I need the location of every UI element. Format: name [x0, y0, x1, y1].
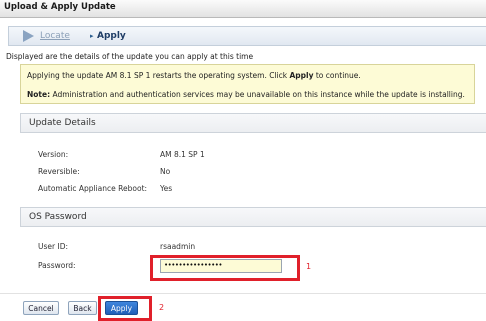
window-title: Upload & Apply Update: [4, 2, 116, 12]
window-titlebar: Upload & Apply Update: [0, 0, 486, 18]
annotation-box-password: [150, 255, 300, 281]
annotation-marker-1: 1: [306, 262, 312, 271]
breadcrumb: Locate ▸ Apply: [8, 26, 486, 46]
password-label: Password:: [38, 261, 76, 270]
info-line-restart: Applying the update AM 8.1 SP 1 restarts…: [27, 71, 361, 80]
reversible-label: Reversible:: [38, 167, 80, 176]
user-id-label: User ID:: [38, 242, 68, 251]
breadcrumb-apply-current: Apply: [97, 31, 126, 41]
annotation-marker-2: 2: [159, 303, 165, 312]
user-id-value: rsaadmin: [160, 242, 196, 251]
info-message-box: Applying the update AM 8.1 SP 1 restarts…: [20, 64, 475, 104]
reboot-value: Yes: [160, 184, 173, 193]
reversible-value: No: [160, 167, 171, 176]
cancel-button[interactable]: Cancel: [23, 301, 59, 315]
version-value: AM 8.1 SP 1: [160, 150, 205, 159]
page-description: Displayed are the details of the update …: [6, 52, 254, 61]
arrow-right-icon: [23, 30, 34, 42]
info-line-note: Note: Administration and authentication …: [27, 90, 465, 99]
version-label: Version:: [38, 150, 69, 159]
update-details-section-header: Update Details: [20, 113, 486, 133]
footer-divider: [0, 293, 486, 294]
breadcrumb-locate-link[interactable]: Locate: [40, 31, 70, 41]
breadcrumb-separator-icon: ▸: [90, 32, 94, 40]
reboot-label: Automatic Appliance Reboot:: [38, 184, 148, 193]
annotation-box-apply: [98, 296, 152, 321]
back-button[interactable]: Back: [68, 301, 97, 315]
os-password-section-header: OS Password: [20, 207, 486, 227]
